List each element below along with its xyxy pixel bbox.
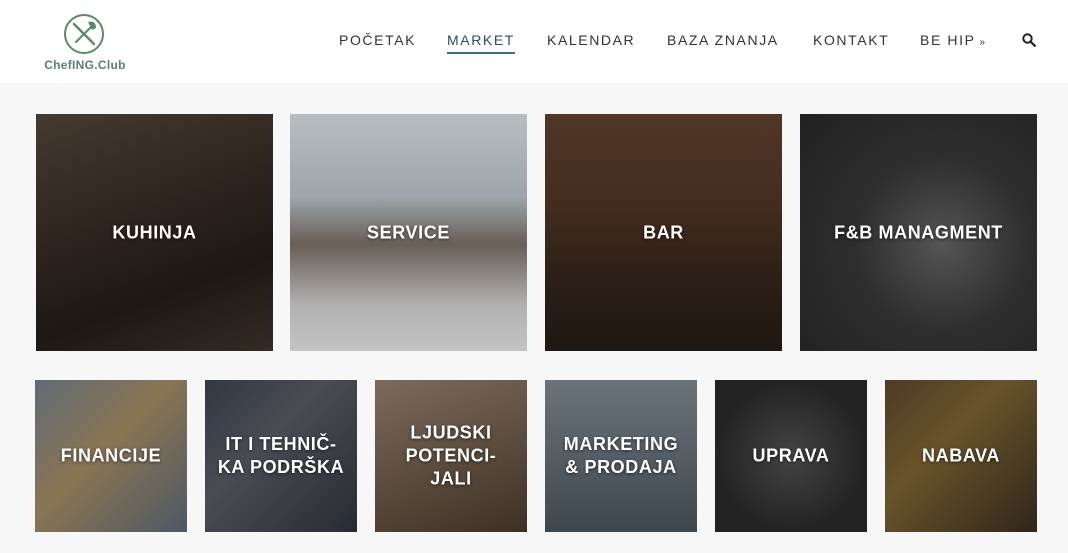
tile-label: MARKETING & PRODAJA	[563, 434, 679, 477]
tile-label: BAR	[643, 222, 684, 242]
tile-label: KUHINJA	[112, 222, 197, 242]
site-header: ChefING.Club POČETAK MARKET KALENDAR BAZ…	[0, 0, 1068, 83]
tile-fb-managment[interactable]: F&B MANAGMENT	[800, 114, 1037, 351]
tile-kuhinja[interactable]: KUHINJA	[36, 114, 273, 351]
tile-label: F&B MANAGMENT	[834, 222, 1003, 242]
tile-bar[interactable]: BAR	[545, 114, 782, 351]
tile-service[interactable]: SERVICE	[290, 114, 527, 351]
tile-nabava[interactable]: NABAVA	[885, 380, 1037, 532]
nav-item-kontakt[interactable]: KONTAKT	[813, 32, 889, 48]
nav-item-be-hip-label: BE HIP	[920, 32, 976, 48]
tile-marketing-prodaja[interactable]: MARKETING & PRODAJA	[545, 380, 697, 532]
nav-item-market[interactable]: MARKET	[447, 32, 515, 54]
tile-label: SERVICE	[367, 222, 450, 242]
logo-text: ChefING.Club	[44, 58, 126, 72]
tile-label: FINANCIJE	[60, 445, 162, 466]
tile-ljudski-potencijali[interactable]: LJUDSKI POTENCI-JALI	[375, 380, 527, 532]
nav-item-kalendar[interactable]: KALENDAR	[547, 32, 635, 48]
main-nav: POČETAK MARKET KALENDAR BAZA ZNANJA KONT…	[0, 32, 1068, 54]
chevron-down-icon: »	[979, 37, 987, 48]
tile-label: LJUDSKI POTENCI-JALI	[405, 422, 497, 489]
nav-item-be-hip[interactable]: BE HIP»	[920, 32, 987, 48]
nav-item-pocetak[interactable]: POČETAK	[339, 32, 416, 48]
tile-uprava[interactable]: UPRAVA	[715, 380, 867, 532]
tile-label: IT I TEHNIČ-KA PODRŠKA	[217, 434, 345, 477]
tile-financije[interactable]: FINANCIJE	[35, 380, 187, 532]
tile-it-tehnicka-podrska[interactable]: IT I TEHNIČ-KA PODRŠKA	[205, 380, 357, 532]
tile-label: UPRAVA	[752, 445, 830, 466]
search-icon[interactable]	[1022, 33, 1036, 47]
nav-item-baza-znanja[interactable]: BAZA ZNANJA	[667, 32, 779, 48]
tile-label: NABAVA	[922, 445, 1000, 466]
